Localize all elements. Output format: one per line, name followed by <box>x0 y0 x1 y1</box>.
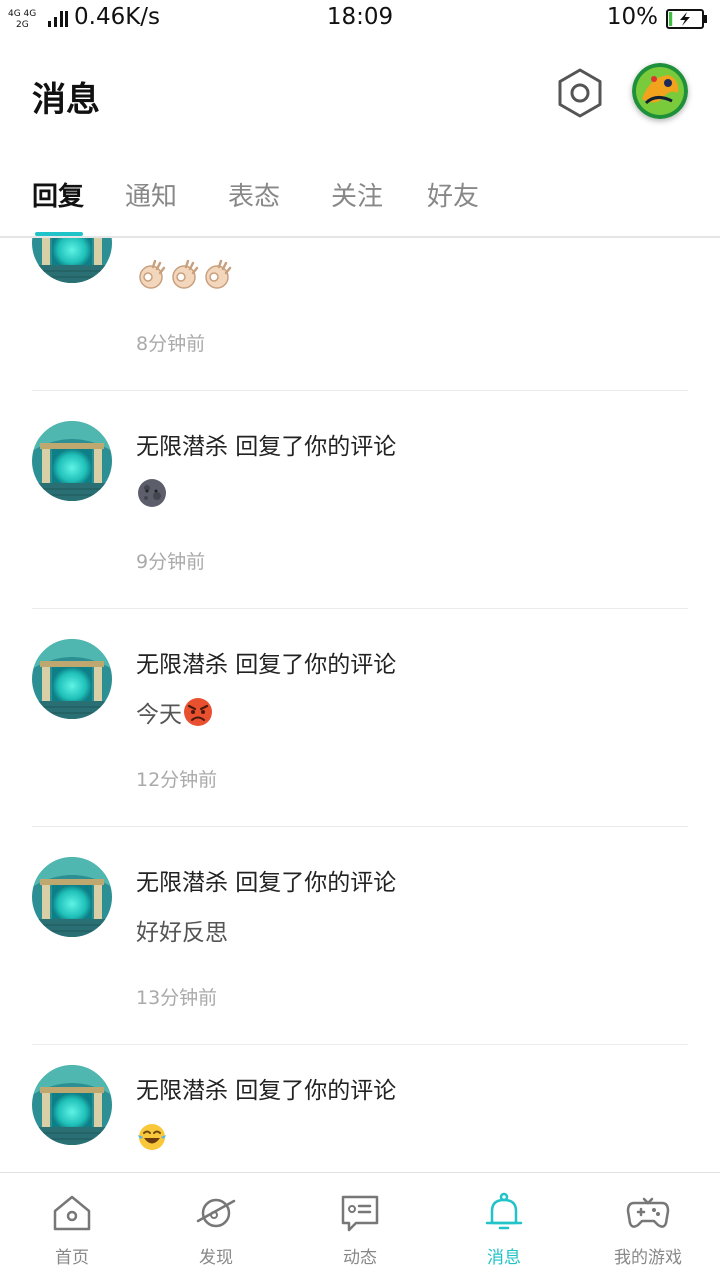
nav-label: 我的游戏 <box>614 1248 682 1268</box>
avatar[interactable] <box>32 421 112 501</box>
message-list[interactable]: 8分钟前 无限潜杀 回复了你的评论 9分钟前 无限潜杀 回复了你的评论 今天 1… <box>0 238 720 1172</box>
bottom-navigation: 首页 发现 动态 消息 我的游戏 <box>0 1172 720 1280</box>
message-content <box>136 477 168 511</box>
chat-list-icon <box>341 1195 379 1232</box>
message-time: 12分钟前 <box>136 769 218 791</box>
message-title: 无限潜杀 回复了你的评论 <box>136 434 397 460</box>
new-moon-face-emoji-icon <box>138 479 166 507</box>
nav-label: 发现 <box>199 1248 233 1268</box>
message-content <box>136 259 236 293</box>
message-title: 无限潜杀 回复了你的评论 <box>136 1078 397 1104</box>
tears-of-joy-emoji-icon <box>138 1124 166 1150</box>
tab-follow[interactable]: 关注 <box>331 176 383 213</box>
list-item[interactable]: 无限潜杀 回复了你的评论 今天 12分钟前 <box>0 609 720 827</box>
battery-percent: 10% <box>606 4 658 30</box>
message-time: 9分钟前 <box>136 551 206 573</box>
avatar[interactable] <box>32 857 112 937</box>
tab-reaction[interactable]: 表态 <box>228 176 280 213</box>
battery-charging-icon <box>666 9 707 29</box>
tab-reply[interactable]: 回复 <box>32 176 84 213</box>
nav-messages[interactable]: 消息 <box>432 1173 576 1280</box>
message-content <box>136 1121 168 1155</box>
bell-icon <box>485 1192 523 1230</box>
nav-feed[interactable]: 动态 <box>288 1173 432 1280</box>
tab-notification[interactable]: 通知 <box>125 176 177 213</box>
nav-label: 首页 <box>55 1248 89 1268</box>
home-icon <box>53 1195 91 1231</box>
tab-friends[interactable]: 好友 <box>427 176 479 213</box>
user-avatar-button[interactable] <box>632 63 688 119</box>
nav-my-games[interactable]: 我的游戏 <box>576 1173 720 1280</box>
nav-label: 消息 <box>487 1248 521 1268</box>
nav-discover[interactable]: 发现 <box>144 1173 288 1280</box>
message-content: 今天 <box>136 695 214 729</box>
gamepad-icon <box>626 1197 670 1228</box>
avatar[interactable] <box>32 639 112 719</box>
message-tabs: 回复 通知 表态 关注 好友 <box>0 170 720 236</box>
message-title: 无限潜杀 回复了你的评论 <box>136 652 397 678</box>
avatar[interactable] <box>32 238 112 283</box>
ok-hand-emoji-icon <box>139 259 232 290</box>
avatar <box>632 63 688 119</box>
settings-button[interactable] <box>553 66 607 120</box>
list-item[interactable]: 无限潜杀 回复了你的评论 9分钟前 <box>0 391 720 609</box>
angry-face-emoji-icon <box>184 698 212 726</box>
planet-icon <box>196 1198 236 1228</box>
message-time: 8分钟前 <box>136 333 206 355</box>
nav-home[interactable]: 首页 <box>0 1173 144 1280</box>
avatar[interactable] <box>32 1065 112 1145</box>
list-item[interactable]: 无限潜杀 回复了你的评论 好好反思 13分钟前 <box>0 827 720 1045</box>
status-bar: 4G 4G 2G 0.46K/s 18:09 10% <box>0 0 720 38</box>
hexagon-gear-icon <box>558 68 602 118</box>
message-content: 好好反思 <box>136 920 228 946</box>
nav-label: 动态 <box>343 1248 377 1268</box>
message-title: 无限潜杀 回复了你的评论 <box>136 870 397 896</box>
page-title: 消息 <box>32 80 100 120</box>
message-time: 13分钟前 <box>136 987 218 1009</box>
list-item[interactable]: 无限潜杀 回复了你的评论 <box>0 1035 720 1172</box>
list-item[interactable]: 8分钟前 <box>0 238 720 391</box>
